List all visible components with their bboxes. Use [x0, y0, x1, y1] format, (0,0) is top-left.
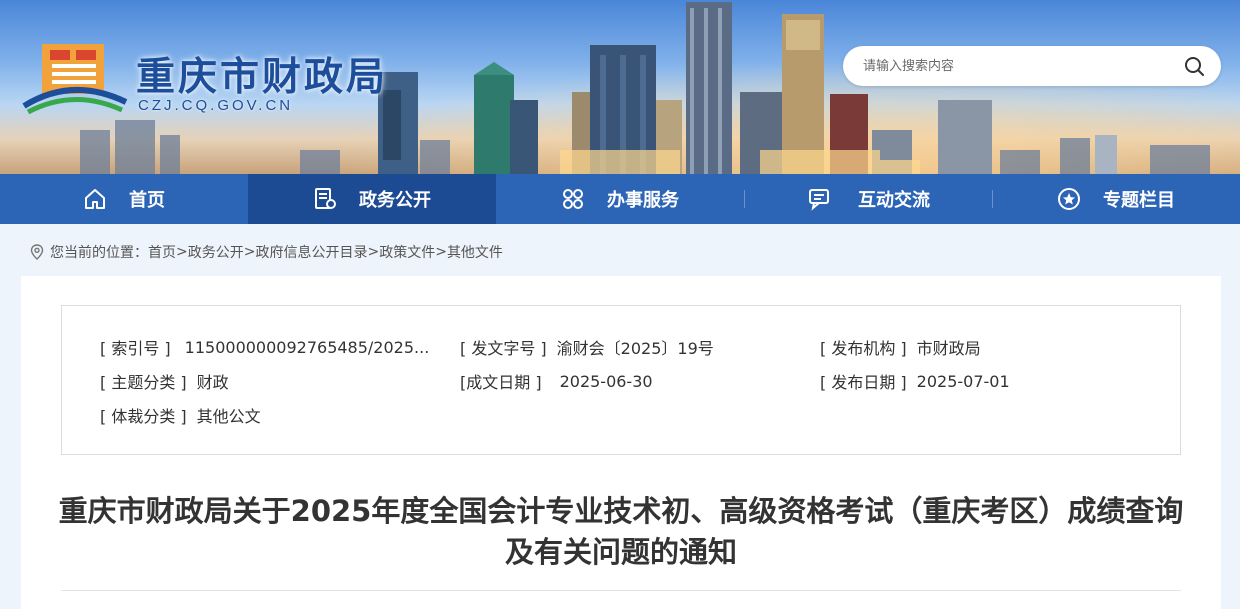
document-icon — [315, 188, 336, 209]
chat-icon — [809, 189, 829, 211]
breadcrumb-link-home[interactable]: 首页 — [148, 242, 176, 262]
main-nav: 首页 政务公开 办事服务 互动交流 专题栏目 — [0, 174, 1240, 224]
meta-doc-no: [ 发文字号 ] 渝财会〔2025〕19号 — [460, 335, 714, 359]
breadcrumb-link-policy-documents[interactable]: 政策文件 — [379, 242, 435, 262]
meta-label: [ 发布日期 ] — [820, 373, 907, 392]
nav-item-label: 首页 — [129, 190, 165, 211]
breadcrumb-separator: > — [367, 244, 380, 260]
nav-item-special-topics[interactable]: 专题栏目 — [992, 174, 1240, 224]
meta-value: 渝财会〔2025〕19号 — [556, 339, 714, 358]
nav-item-government-affairs[interactable]: 政务公开 — [248, 174, 496, 224]
breadcrumb-link-other-documents[interactable]: 其他文件 — [447, 242, 503, 262]
nav-item-label: 政务公开 — [359, 190, 431, 211]
meta-label: [成文日期 ] — [460, 373, 542, 392]
meta-value: 财政 — [196, 373, 229, 392]
meta-value: 其他公文 — [196, 407, 261, 426]
meta-value: 市财政局 — [916, 339, 981, 358]
meta-label: [ 体裁分类 ] — [100, 407, 187, 426]
nav-item-label: 互动交流 — [858, 190, 930, 211]
site-name: 重庆市财政局 — [136, 55, 389, 100]
meta-label: [ 发文字号 ] — [460, 339, 547, 358]
meta-created-date: [成文日期 ] 2025-06-30 — [460, 369, 653, 393]
nav-item-label: 专题栏目 — [1103, 190, 1175, 211]
content-panel: [ 索引号 ] 115000000092765485/2025... [ 发文字… — [21, 276, 1221, 609]
site-logo — [22, 44, 128, 115]
breadcrumb-separator: > — [435, 244, 447, 260]
meta-value: 2025-07-01 — [916, 371, 1010, 391]
document-metadata: [ 索引号 ] 115000000092765485/2025... [ 发文字… — [61, 305, 1181, 455]
nav-item-interaction[interactable]: 互动交流 — [744, 174, 992, 224]
nav-item-services[interactable]: 办事服务 — [496, 174, 744, 224]
breadcrumb-link-info-catalog[interactable]: 政府信息公开目录 — [255, 242, 367, 262]
nav-item-home[interactable]: 首页 — [0, 174, 248, 224]
breadcrumb-link-government-affairs[interactable]: 政务公开 — [188, 242, 244, 262]
meta-value: 115000000092765485/2025... — [184, 337, 430, 357]
meta-topic: [ 主题分类 ] 财政 — [100, 369, 229, 393]
home-icon — [85, 189, 105, 209]
meta-index-no: [ 索引号 ] 115000000092765485/2025... — [100, 335, 429, 359]
meta-publisher: [ 发布机构 ] 市财政局 — [820, 335, 981, 359]
star-badge-icon — [1058, 188, 1080, 210]
meta-label: [ 索引号 ] — [100, 339, 171, 358]
breadcrumb-separator: > — [243, 244, 256, 260]
search-bar — [843, 46, 1221, 86]
meta-label: [ 发布机构 ] — [820, 339, 907, 358]
article-title: 重庆市财政局关于2025年度全国会计专业技术初、高级资格考试（重庆考区）成绩查询… — [58, 494, 1184, 569]
header-banner: 重庆市财政局 CZJ.CQ.GOV.CN — [0, 0, 1240, 174]
title-divider — [61, 590, 1181, 591]
location-pin-icon — [30, 244, 44, 260]
site-domain: CZJ.CQ.GOV.CN — [138, 97, 294, 114]
search-input[interactable] — [863, 46, 1163, 86]
meta-label: [ 主题分类 ] — [100, 373, 187, 392]
breadcrumb: 您当前的位置： 首页 > 政务公开 > 政府信息公开目录 > 政策文件 > 其他… — [30, 242, 503, 262]
meta-value: 2025-06-30 — [559, 371, 653, 391]
meta-publish-date: [ 发布日期 ] 2025-07-01 — [820, 369, 1010, 393]
search-icon[interactable] — [1183, 55, 1205, 77]
nav-item-label: 办事服务 — [607, 190, 679, 211]
breadcrumb-separator: > — [176, 244, 188, 260]
meta-genre: [ 体裁分类 ] 其他公文 — [100, 403, 261, 427]
breadcrumb-prefix: 您当前的位置： — [50, 245, 148, 261]
services-grid-icon — [563, 189, 583, 209]
